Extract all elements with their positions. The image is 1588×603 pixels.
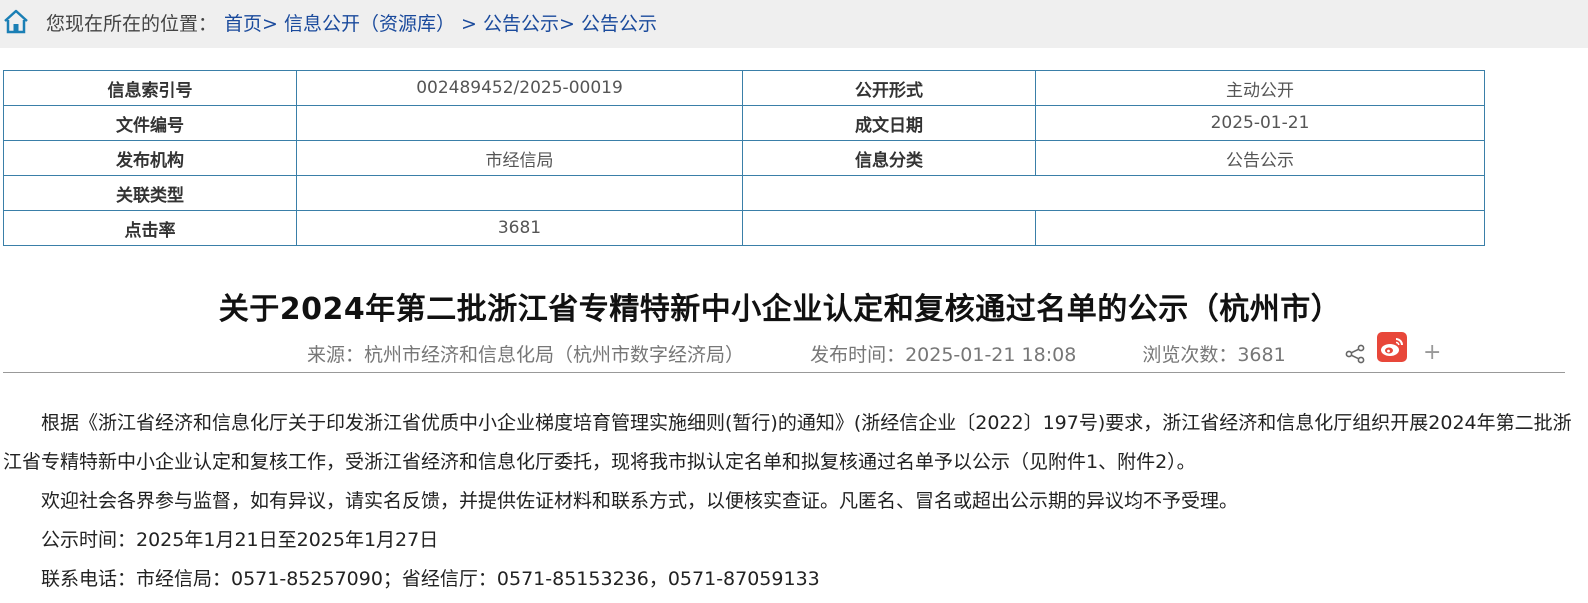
article-meta: 来源：杭州市经济和信息化局（杭州市数字经济局） 发布时间：2025-01-21 …: [307, 340, 1346, 367]
table-cell-value: [1035, 210, 1485, 246]
table-cell-value: 主动公开: [1035, 70, 1485, 106]
table-cell-value: [296, 175, 743, 211]
table-row: 点击率 3681: [3, 210, 1485, 246]
table-cell-value: 002489452/2025-00019: [296, 70, 743, 106]
table-cell-value: [742, 175, 1485, 211]
table-row: 发布机构 市经信局 信息分类 公告公示: [3, 140, 1485, 176]
share-icon[interactable]: [1344, 343, 1366, 365]
weibo-icon[interactable]: [1377, 332, 1407, 362]
article-paragraph: 联系电话：市经信局：0571-85257090；省经信厅：0571-851532…: [41, 568, 820, 590]
table-row: 关联类型: [3, 175, 1485, 211]
breadcrumb-current-link[interactable]: 公告公示: [581, 13, 657, 35]
divider: [3, 372, 1565, 373]
article-paragraph: 根据《浙江省经济和信息化厅关于印发浙江省优质中小企业梯度培育管理实施细则(暂行)…: [3, 412, 1572, 473]
breadcrumb-notice-link[interactable]: 公告公示: [483, 13, 559, 35]
breadcrumb-label: 您现在所在的位置：: [46, 13, 218, 35]
table-cell-label: 成文日期: [742, 105, 1036, 141]
article-source: 来源：杭州市经济和信息化局（杭州市数字经济局）: [307, 344, 745, 366]
table-cell-label: 公开形式: [742, 70, 1036, 106]
table-cell-label: 文件编号: [3, 105, 297, 141]
breadcrumb-info-link[interactable]: 信息公开（资源库）: [284, 13, 455, 35]
table-cell-label: 关联类型: [3, 175, 297, 211]
article-views: 浏览次数：3681: [1142, 344, 1286, 366]
table-cell-value: 公告公示: [1035, 140, 1485, 176]
article-publish-time: 发布时间：2025-01-21 18:08: [810, 344, 1077, 366]
breadcrumb-separator: >: [455, 13, 483, 35]
table-cell-value: 市经信局: [296, 140, 743, 176]
table-cell-value: 3681: [296, 210, 743, 246]
table-cell-value: [296, 105, 743, 141]
breadcrumb-separator: >: [262, 13, 278, 35]
breadcrumb-bar: 您现在所在的位置： 首页> 信息公开（资源库） > 公告公示> 公告公示: [0, 0, 1588, 48]
table-cell-label: 信息索引号: [3, 70, 297, 106]
info-meta-table: 信息索引号 002489452/2025-00019 公开形式 主动公开 文件编…: [3, 70, 1485, 246]
article-body: 根据《浙江省经济和信息化厅关于印发浙江省优质中小企业梯度培育管理实施细则(暂行)…: [3, 404, 1585, 599]
table-cell-value: 2025-01-21: [1035, 105, 1485, 141]
home-icon[interactable]: [3, 9, 29, 35]
table-cell-label: 发布机构: [3, 140, 297, 176]
breadcrumb-separator: >: [559, 13, 575, 35]
table-row: 文件编号 成文日期 2025-01-21: [3, 105, 1485, 141]
page-title: 关于2024年第二批浙江省专精特新中小企业认定和复核通过名单的公示（杭州市）: [218, 292, 1342, 327]
table-cell-label: 点击率: [3, 210, 297, 246]
plus-icon[interactable]: +: [1423, 340, 1441, 365]
table-cell-label: 信息分类: [742, 140, 1036, 176]
table-row: 信息索引号 002489452/2025-00019 公开形式 主动公开: [3, 70, 1485, 106]
article-paragraph: 公示时间：2025年1月21日至2025年1月27日: [41, 529, 439, 551]
breadcrumb: 首页> 信息公开（资源库） > 公告公示> 公告公示: [224, 9, 657, 36]
breadcrumb-home-link[interactable]: 首页: [224, 13, 262, 35]
article-paragraph: 欢迎社会各界参与监督，如有异议，请实名反馈，并提供佐证材料和联系方式，以便核实查…: [41, 490, 1239, 512]
table-cell-value: [742, 210, 1036, 246]
